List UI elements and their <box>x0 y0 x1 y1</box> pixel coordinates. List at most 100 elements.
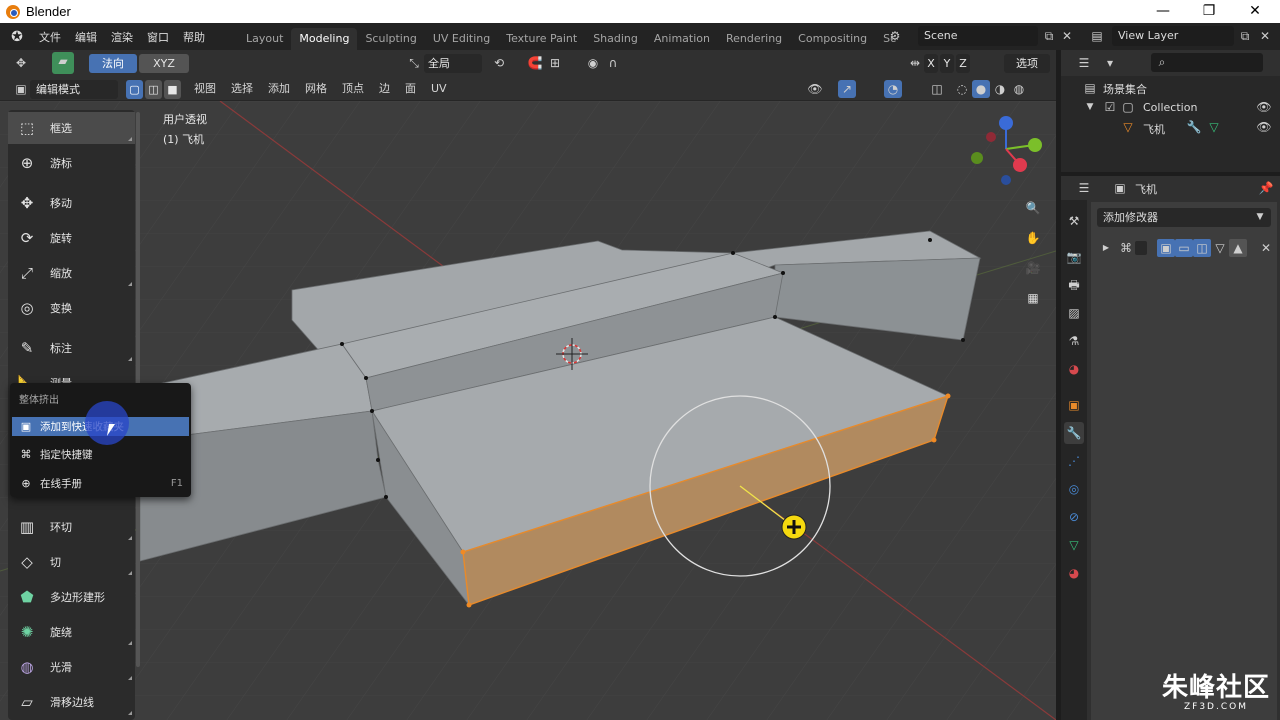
tool-annotate[interactable]: ✎ 标注 <box>8 332 135 364</box>
display-mode-icon[interactable]: ▾ <box>1101 54 1119 72</box>
falloff-icon[interactable]: ∩ <box>604 54 622 72</box>
tool-knife[interactable]: ◇ 切 <box>8 546 135 578</box>
view-layer-icon[interactable]: ▤ <box>1088 27 1106 45</box>
tab-rendering[interactable]: Rendering <box>718 28 790 50</box>
visibility-icon[interactable]: 👁 <box>806 80 824 98</box>
properties-editor-icon[interactable]: ☰ <box>1075 179 1093 197</box>
tab-sculpting[interactable]: Sculpting <box>357 28 424 50</box>
move-up-icon[interactable]: ▲ <box>1229 239 1247 257</box>
view-layer-selector[interactable]: View Layer <box>1112 26 1234 46</box>
tab-uv-editing[interactable]: UV Editing <box>425 28 498 50</box>
scene-selector[interactable]: Scene <box>918 26 1038 46</box>
editmode-display-icon[interactable]: ▣ <box>1157 239 1175 257</box>
remove-modifier-icon[interactable]: ✕ <box>1257 239 1275 257</box>
menu-select[interactable]: 选择 <box>231 77 253 101</box>
extrude-tool-icon[interactable]: ▰ <box>52 52 74 74</box>
viewport-display-icon[interactable]: ▭ <box>1175 239 1193 257</box>
close-button[interactable]: ✕ <box>1232 0 1278 23</box>
camera-view-icon[interactable]: 🎥 <box>1022 257 1044 279</box>
object-tab-icon[interactable]: ▣ <box>1064 394 1084 416</box>
tab-shading[interactable]: Shading <box>585 28 646 50</box>
menu-vertex[interactable]: 顶点 <box>342 77 364 101</box>
mirror-x-toggle[interactable]: X <box>924 54 938 73</box>
on-cage-icon[interactable]: ▽ <box>1211 239 1229 257</box>
menu-render[interactable]: 渲染 <box>104 29 140 45</box>
new-scene-icon[interactable]: ⧉ <box>1040 27 1058 45</box>
tool-spin[interactable]: ✺ 旋绕 <box>8 616 135 648</box>
scene-tab-icon[interactable]: ⚗ <box>1064 330 1084 352</box>
menu-view[interactable]: 视图 <box>194 77 216 101</box>
menu-add[interactable]: 添加 <box>268 77 290 101</box>
wireframe-shading-icon[interactable]: ◌ <box>953 80 971 98</box>
tab-layout[interactable]: Layout <box>238 28 291 50</box>
menu-edge[interactable]: 边 <box>379 77 390 101</box>
minimize-button[interactable]: — <box>1140 0 1186 23</box>
world-tab-icon[interactable]: ◕ <box>1064 358 1084 380</box>
scene-icon[interactable]: ⚙ <box>886 27 904 45</box>
tool-poly-build[interactable]: ⬟ 多边形建形 <box>8 581 135 613</box>
maximize-button[interactable]: ❐ <box>1186 0 1232 23</box>
xray-icon[interactable]: ◫ <box>928 80 946 98</box>
modifier-name-field[interactable] <box>1135 241 1147 255</box>
menu-window[interactable]: 窗口 <box>140 29 176 45</box>
delete-view-layer-icon[interactable]: ✕ <box>1256 27 1274 45</box>
modifier-tab-icon[interactable]: 🔧 <box>1064 422 1084 444</box>
data-tab-icon[interactable]: ▽ <box>1064 534 1084 556</box>
output-tab-icon[interactable]: 🖶 <box>1064 274 1084 296</box>
menu-edit[interactable]: 编辑 <box>68 29 104 45</box>
mesh-data-icon[interactable]: ▽ <box>1205 118 1223 136</box>
menu-item-assign-shortcut[interactable]: ⌘ 指定快捷键 <box>12 445 189 464</box>
mode-select[interactable]: 编辑模式 <box>30 80 118 99</box>
pan-hand-icon[interactable]: ✋ <box>1022 227 1044 249</box>
constraints-tab-icon[interactable]: ⊘ <box>1064 506 1084 528</box>
expand-modifier-icon[interactable]: ▶ <box>1097 239 1115 257</box>
object-visibility-icon[interactable]: 👁 <box>1255 118 1273 136</box>
render-tab-icon[interactable]: 📷 <box>1064 246 1084 268</box>
orientation-xyz-button[interactable]: XYZ <box>139 54 189 73</box>
cage-display-icon[interactable]: ◫ <box>1193 239 1211 257</box>
blender-menu-icon[interactable]: ✪ <box>8 28 26 46</box>
face-select-mode-button[interactable]: ■ <box>164 80 181 99</box>
menu-uv[interactable]: UV <box>431 77 447 101</box>
tool-rotate[interactable]: ⟳ 旋转 <box>8 222 135 254</box>
menu-file[interactable]: 文件 <box>32 29 68 45</box>
delete-scene-icon[interactable]: ✕ <box>1058 27 1076 45</box>
tab-animation[interactable]: Animation <box>646 28 718 50</box>
vertex-select-mode-button[interactable]: ▢ <box>126 80 143 99</box>
snap-icon[interactable]: 🧲 <box>526 54 544 72</box>
mirror-z-toggle[interactable]: Z <box>956 54 970 73</box>
gizmo-icon[interactable]: ↗ <box>838 80 856 98</box>
snap-target-icon[interactable]: ⊞ <box>546 54 564 72</box>
pivot-point-icon[interactable]: ⟲ <box>490 54 508 72</box>
zoom-icon[interactable]: 🔍 <box>1022 197 1044 219</box>
tool-scale[interactable]: ⤢ 缩放 <box>8 257 135 289</box>
proportional-edit-icon[interactable]: ◉ <box>584 54 602 72</box>
tab-texture-paint[interactable]: Texture Paint <box>498 28 585 50</box>
particles-tab-icon[interactable]: ⋰ <box>1064 450 1084 472</box>
collection-label[interactable]: Collection <box>1143 101 1197 114</box>
mirror-y-toggle[interactable]: Y <box>940 54 954 73</box>
tool-smooth[interactable]: ◍ 光滑 <box>8 651 135 683</box>
overlay-icon[interactable]: ◔ <box>884 80 902 98</box>
tab-modeling[interactable]: Modeling <box>291 28 358 50</box>
expand-collection-icon[interactable]: ▼ <box>1081 98 1099 116</box>
physics-tab-icon[interactable]: ◎ <box>1064 478 1084 500</box>
menu-help[interactable]: 帮助 <box>176 29 212 45</box>
material-shading-icon[interactable]: ◑ <box>991 80 1009 98</box>
material-tab-icon[interactable]: ◕ <box>1064 562 1084 584</box>
editor-type-icon[interactable]: ✥ <box>12 54 30 72</box>
outliner-editor-icon[interactable]: ☰ <box>1075 54 1093 72</box>
menu-item-online-manual[interactable]: ⊕ 在线手册 F1 <box>12 474 189 493</box>
collection-checkbox-icon[interactable]: ☑ <box>1101 98 1119 116</box>
new-view-layer-icon[interactable]: ⧉ <box>1236 27 1254 45</box>
orientation-normal-button[interactable]: 法向 <box>89 54 137 73</box>
tool-loop-cut[interactable]: ▥ 环切 <box>8 511 135 543</box>
tool-transform[interactable]: ◎ 变换 <box>8 292 135 324</box>
pin-icon[interactable]: 📌 <box>1257 179 1275 197</box>
object-label[interactable]: 飞机 <box>1143 121 1165 137</box>
collection-visibility-icon[interactable]: 👁 <box>1255 98 1273 116</box>
edge-select-mode-button[interactable]: ◫ <box>145 80 162 99</box>
solid-shading-icon[interactable]: ● <box>972 80 990 98</box>
add-modifier-dropdown[interactable]: 添加修改器 <box>1097 208 1271 227</box>
tool-settings-tab-icon[interactable]: ⚒ <box>1064 210 1084 232</box>
